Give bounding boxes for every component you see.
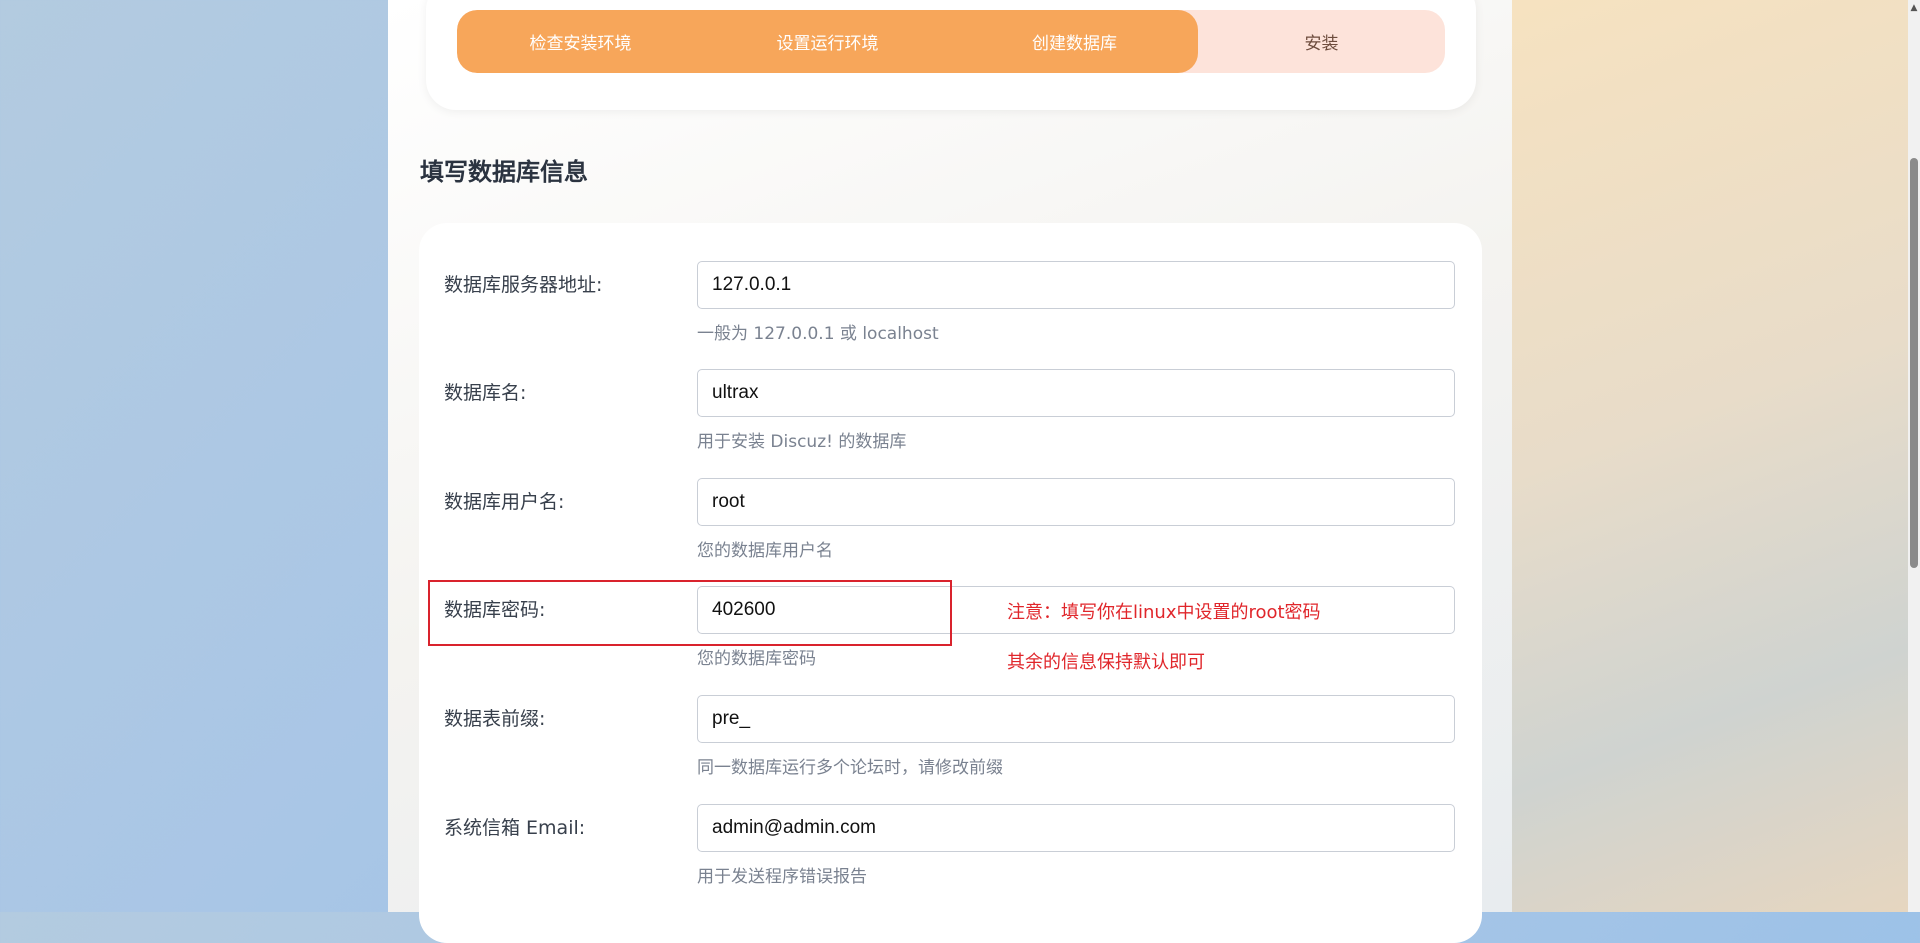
db-user-label: 数据库用户名: bbox=[444, 491, 565, 513]
table-prefix-label: 数据表前缀: bbox=[444, 708, 546, 730]
row-db-host: 数据库服务器地址: 一般为 127.0.0.1 或 localhost bbox=[419, 261, 1482, 361]
admin-email-label: 系统信箱 Email: bbox=[444, 817, 586, 839]
admin-email-input[interactable] bbox=[697, 804, 1455, 852]
step-progress-card: 检查安装环境 设置运行环境 创建数据库 安装 bbox=[426, 0, 1476, 110]
db-host-label: 数据库服务器地址: bbox=[444, 274, 603, 296]
annotation-note-defaults: 其余的信息保持默认即可 bbox=[1007, 652, 1205, 673]
step-create-database: 创建数据库 bbox=[1032, 34, 1117, 54]
step-check-environment: 检查安装环境 bbox=[529, 34, 632, 54]
scroll-thumb[interactable] bbox=[1910, 158, 1918, 568]
row-table-prefix: 数据表前缀: 同一数据库运行多个论坛时，请修改前缀 bbox=[419, 695, 1482, 795]
row-db-name: 数据库名: 用于安装 Discuz! 的数据库 bbox=[419, 369, 1482, 469]
db-name-input[interactable] bbox=[697, 369, 1455, 417]
db-name-label: 数据库名: bbox=[444, 382, 527, 404]
row-db-password: 数据库密码: 您的数据库密码 bbox=[419, 586, 1482, 686]
db-host-input[interactable] bbox=[697, 261, 1455, 309]
database-form: 数据库服务器地址: 一般为 127.0.0.1 或 localhost 数据库名… bbox=[419, 223, 1482, 943]
step-install: 安装 bbox=[1304, 34, 1339, 54]
background-right bbox=[1512, 0, 1908, 912]
step-setup-runtime: 设置运行环境 bbox=[776, 34, 879, 54]
table-prefix-hint: 同一数据库运行多个论坛时，请修改前缀 bbox=[697, 758, 1003, 778]
admin-email-hint: 用于发送程序错误报告 bbox=[697, 867, 867, 887]
page-scrollbar[interactable]: ▲ bbox=[1908, 0, 1920, 912]
section-title: 填写数据库信息 bbox=[420, 158, 588, 186]
row-db-user: 数据库用户名: 您的数据库用户名 bbox=[419, 478, 1482, 578]
db-user-hint: 您的数据库用户名 bbox=[697, 541, 833, 561]
row-admin-email: 系统信箱 Email: 用于发送程序错误报告 bbox=[419, 804, 1482, 904]
step-progress-bar: 检查安装环境 设置运行环境 创建数据库 安装 bbox=[457, 10, 1445, 73]
table-prefix-input[interactable] bbox=[697, 695, 1455, 743]
annotation-note-password: 注意：填写你在linux中设置的root密码 bbox=[1007, 602, 1321, 623]
install-page: 检查安装环境 设置运行环境 创建数据库 安装 填写数据库信息 数据库服务器地址:… bbox=[388, 0, 1512, 943]
db-password-hint: 您的数据库密码 bbox=[697, 649, 816, 669]
db-host-hint: 一般为 127.0.0.1 或 localhost bbox=[697, 324, 939, 344]
db-user-input[interactable] bbox=[697, 478, 1455, 526]
scroll-up-arrow-icon[interactable]: ▲ bbox=[1908, 2, 1920, 14]
db-name-hint: 用于安装 Discuz! 的数据库 bbox=[697, 432, 907, 452]
db-password-label: 数据库密码: bbox=[444, 599, 546, 621]
